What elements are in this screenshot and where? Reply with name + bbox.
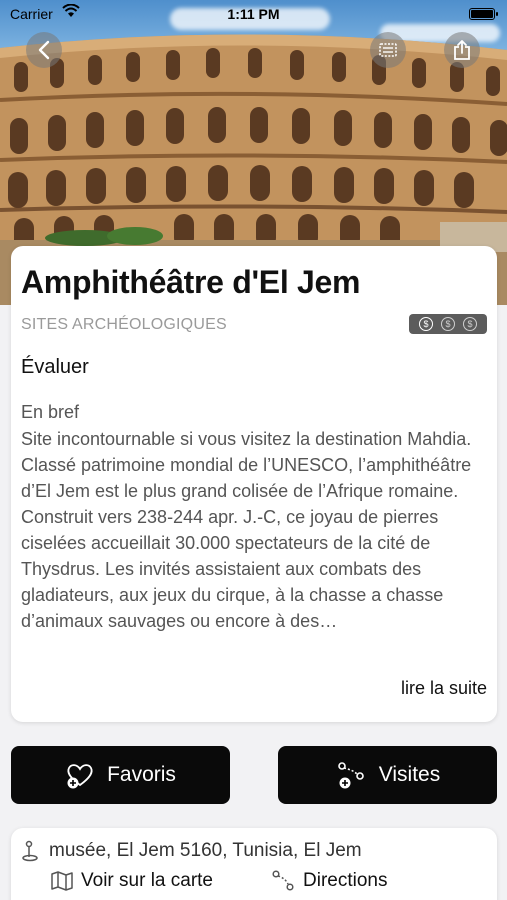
directions-link[interactable]: Directions (271, 870, 387, 892)
heart-add-icon (67, 764, 93, 789)
route-add-icon (337, 762, 364, 789)
brief-heading: En bref (21, 402, 80, 422)
rate-link[interactable]: Évaluer (21, 356, 89, 379)
address-row: musée, El Jem 5160, Tunisia, El Jem (21, 840, 362, 862)
category-label: SITES ARCHÉOLOGIQUES (21, 316, 227, 333)
read-more-link[interactable]: lire la suite (401, 678, 487, 699)
view-on-map-link[interactable]: Voir sur la carte (51, 870, 213, 892)
battery-icon (469, 8, 498, 20)
address-text: musée, El Jem 5160, Tunisia, El Jem (49, 840, 362, 861)
ticket-button[interactable] (370, 32, 406, 68)
price-level-badge: $ $ $ (409, 314, 487, 334)
favorites-label: Favoris (107, 763, 176, 786)
back-icon (38, 40, 50, 60)
share-button[interactable] (444, 32, 480, 68)
page-title: Amphithéâtre d'El Jem (21, 264, 361, 300)
clock: 1:11 PM (227, 6, 280, 22)
status-bar: Carrier 1:11 PM (0, 0, 507, 28)
location-card: musée, El Jem 5160, Tunisia, El Jem Voir… (11, 828, 497, 900)
directions-label: Directions (303, 870, 388, 891)
price-symbol-2: $ (441, 317, 455, 331)
view-on-map-label: Voir sur la carte (81, 870, 213, 891)
price-symbol-3: $ (463, 317, 477, 331)
back-button[interactable] (26, 32, 62, 68)
location-pin-icon (22, 840, 38, 862)
visits-label: Visites (378, 763, 441, 786)
place-detail-card: Amphithéâtre d'El Jem SITES ARCHÉOLOGIQU… (11, 246, 497, 722)
visits-button[interactable]: Visites (278, 746, 497, 804)
favorites-button[interactable]: Favoris (11, 746, 230, 804)
map-icon (51, 871, 73, 891)
share-icon (454, 40, 470, 60)
ticket-icon (379, 43, 397, 57)
directions-icon (272, 870, 294, 891)
price-symbol-1: $ (419, 317, 433, 331)
brief-text: Site incontournable si vous visitez la d… (21, 429, 472, 631)
